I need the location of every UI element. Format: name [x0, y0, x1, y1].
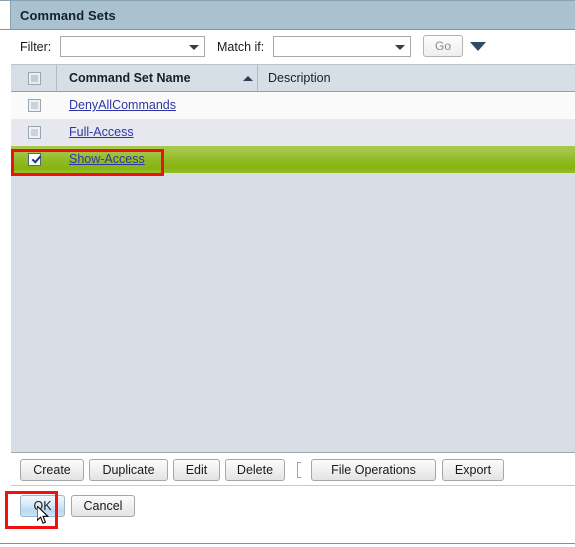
table-empty-area [11, 173, 575, 452]
ok-button[interactable]: OK [20, 495, 65, 517]
export-button[interactable]: Export [442, 459, 504, 481]
cancel-button[interactable]: Cancel [71, 495, 135, 517]
bottom-divider [0, 543, 575, 544]
table-row[interactable]: DenyAllCommands [11, 92, 575, 119]
titlebar-left-edge [0, 1, 11, 29]
command-set-link[interactable]: DenyAllCommands [69, 98, 176, 112]
table-row-checkbox-cell [11, 146, 57, 173]
table-row-checkbox-cell [11, 92, 57, 119]
column-header-select-all [11, 65, 57, 91]
column-header-description[interactable]: Description [258, 65, 575, 91]
create-button[interactable]: Create [20, 459, 84, 481]
chevron-down-icon [395, 44, 405, 50]
match-if-label: Match if: [217, 40, 265, 54]
filter-toolbar: Filter: Match if: Go [11, 31, 575, 65]
command-sets-panel: Command Sets Filter: Match if: Go Comman… [0, 0, 575, 547]
table-row[interactable]: Full-Access [11, 119, 575, 146]
chevron-down-icon [189, 44, 199, 50]
check-icon [31, 153, 40, 162]
command-set-link[interactable]: Show-Access [69, 152, 145, 166]
page-title: Command Sets [20, 8, 116, 23]
dialog-button-bar: OK Cancel [11, 490, 575, 522]
panel-titlebar: Command Sets [0, 0, 575, 30]
command-set-link[interactable]: Full-Access [69, 125, 134, 139]
file-operations-button[interactable]: File Operations [311, 459, 436, 481]
column-header-command-set-name-label: Command Set Name [69, 71, 191, 85]
table-header-row: Command Set Name Description [11, 65, 575, 92]
table-row-name-cell: DenyAllCommands [57, 92, 258, 119]
table-row-name-cell: Show-Access [57, 146, 258, 173]
table-row-description-cell [258, 119, 575, 146]
match-if-select[interactable] [273, 36, 411, 57]
filter-select[interactable] [60, 36, 205, 57]
caret-down-icon[interactable] [470, 42, 486, 51]
table-row-name-cell: Full-Access [57, 119, 258, 146]
table-row-checkbox-cell [11, 119, 57, 146]
row-checkbox[interactable] [28, 126, 41, 139]
sort-ascending-icon [243, 76, 253, 81]
command-sets-table: Command Set Name Description DenyAllComm… [11, 65, 575, 453]
delete-button[interactable]: Delete [225, 459, 285, 481]
filter-label: Filter: [20, 40, 52, 54]
go-button[interactable]: Go [423, 35, 463, 57]
edit-button[interactable]: Edit [173, 459, 220, 481]
table-row-description-cell [258, 92, 575, 119]
table-action-toolbar: Create Duplicate Edit Delete File Operat… [11, 454, 575, 486]
table-row-selected[interactable]: Show-Access [11, 146, 575, 173]
column-header-command-set-name[interactable]: Command Set Name [57, 65, 258, 91]
select-all-checkbox[interactable] [28, 72, 41, 85]
row-checkbox-checked[interactable] [28, 153, 41, 166]
row-checkbox[interactable] [28, 99, 41, 112]
toolbar-separator [297, 462, 301, 478]
column-header-description-label: Description [268, 71, 331, 85]
duplicate-button[interactable]: Duplicate [89, 459, 168, 481]
table-row-description-cell [258, 146, 575, 173]
